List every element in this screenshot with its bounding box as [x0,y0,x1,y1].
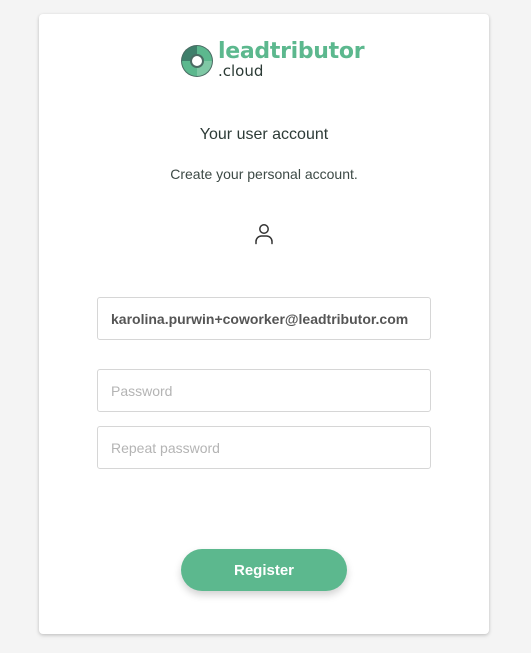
registration-card: leadtributor .cloud Your user account Cr… [39,14,489,634]
user-icon [255,224,273,245]
page-title: Your user account [199,126,329,143]
page-subtitle: Create your personal account. [170,166,358,182]
repeat-password-field[interactable] [97,426,431,469]
brand-name: leadtributor [218,39,365,64]
leadtributor-swirl-icon [181,45,213,77]
brand-wordmark: leadtributor .cloud [218,39,365,80]
email-field[interactable] [97,297,431,340]
brand-suffix: .cloud [218,62,264,80]
register-button[interactable]: Register [181,549,347,591]
password-field[interactable] [97,369,431,412]
brand-logo: leadtributor .cloud [180,39,365,83]
